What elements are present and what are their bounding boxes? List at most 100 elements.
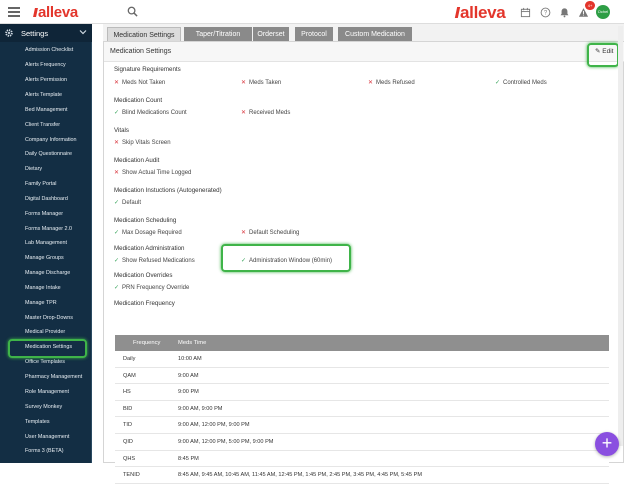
option-show-refused-medications: ✓ Show Refused Medications (114, 257, 195, 264)
section-medication-frequency: Medication Frequency (114, 300, 175, 307)
settings-panel: Medication Settings ✎ Edit Signature Req… (103, 41, 624, 484)
sidebar-item-alerts-template[interactable]: Alerts Template (25, 92, 62, 98)
avatar[interactable]: Ochel (596, 5, 610, 19)
option-label: PRN Frequency Override (122, 285, 190, 291)
brand-logo[interactable]: alleva (33, 4, 78, 21)
sidebar-item-family-portal[interactable]: Family Portal (25, 181, 56, 187)
sidebar-item-manage-tpr[interactable]: Manage TPR (25, 300, 57, 306)
section-vitals: Vitals (114, 127, 130, 134)
table-row: Daily 10:00 AM (115, 351, 609, 368)
sidebar-item-survey-monkey[interactable]: Survey Monkey (25, 404, 62, 410)
tab-taper-titration[interactable]: Taper/Titration (184, 27, 252, 42)
menu-icon[interactable] (8, 7, 20, 17)
sidebar-item-lab-management[interactable]: Lab Management (25, 240, 67, 246)
sidebar-item-role-management[interactable]: Role Management (25, 389, 69, 395)
sidebar-item-templates[interactable]: Templates (25, 419, 50, 425)
sidebar-item-manage-groups[interactable]: Manage Groups (25, 255, 64, 261)
sidebar-item-dietary[interactable]: Dietary (25, 166, 42, 172)
cell-frequency: HS (123, 389, 131, 396)
x-icon: ✕ (114, 80, 120, 86)
tab-medication-settings[interactable]: Medication Settings (107, 27, 181, 42)
brand-logo-right[interactable]: alleva (454, 3, 506, 23)
option-prn-frequency-override: ✓ PRN Frequency Override (114, 284, 189, 291)
option-skip-vitals-screen: ✕ Skip Vitals Screen (114, 139, 171, 146)
option-meds-refused: ✕ Meds Refused (368, 79, 415, 86)
highlight-medication-settings (8, 339, 87, 358)
option-meds-not-taken: ✕ Meds Not Taken (114, 79, 165, 86)
bell-icon[interactable] (559, 7, 570, 18)
cell-frequency: QHS (123, 455, 136, 462)
check-icon: ✓ (114, 258, 120, 264)
cell-meds-time: 9:00 AM, 9:00 PM (178, 405, 223, 412)
sidebar-settings-header[interactable]: Settings (0, 24, 92, 42)
sidebar-item-master-drop-downs[interactable]: Master Drop-Downs (25, 315, 73, 321)
sidebar-item-client-transfer[interactable]: Client Transfer (25, 122, 60, 128)
option-show-actual-time-logged: ✕ Show Actual Time Logged (114, 169, 191, 176)
tab-orderset[interactable]: Orderset (253, 27, 289, 42)
option-label: Default (122, 200, 142, 206)
cell-meds-time: 9:00 AM, 12:00 PM, 9:00 PM (178, 422, 250, 429)
sidebar-item-daily-questionnaire[interactable]: Daily Questionnaire (25, 151, 72, 157)
cell-meds-time: 9:00 AM (178, 372, 199, 379)
table-row: QID 9:00 AM, 12:00 PM, 5:00 PM, 9:00 PM (115, 433, 609, 451)
option-label: Received Meds (249, 110, 291, 116)
x-icon: ✕ (241, 110, 247, 116)
sidebar-item-forms-manager-2-0[interactable]: Forms Manager 2.0 (25, 226, 72, 232)
option-received-meds: ✕ Received Meds (241, 109, 290, 116)
option-label: Show Actual Time Logged (122, 170, 192, 176)
cell-frequency: QAM (123, 372, 136, 379)
sidebar-item-medical-provider[interactable]: Medical Provider (25, 329, 65, 335)
check-icon: ✓ (114, 110, 120, 116)
option-default-scheduling: ✕ Default Scheduling (241, 229, 299, 236)
sidebar-item-digital-dashboard[interactable]: Digital Dashboard (25, 196, 68, 202)
table-row: QAM 9:00 AM (115, 367, 609, 385)
sidebar-item-forms-3-beta[interactable]: Forms 3 (BETA) (25, 448, 64, 454)
sidebar-item-pharmacy-management[interactable]: Pharmacy Management (25, 374, 82, 380)
sidebar-item-admission-checklist[interactable]: Admission Checklist (25, 47, 73, 53)
table-row: QHS 8:45 PM (115, 450, 609, 468)
sidebar-item-manage-discharge[interactable]: Manage Discharge (25, 270, 70, 276)
check-icon: ✓ (114, 285, 120, 291)
cell-frequency: TID (123, 422, 133, 429)
section-medication-instructions: Medication Instuctions (Autogenerated) (114, 187, 222, 194)
section-medication-audit: Medication Audit (114, 157, 160, 164)
cell-meds-time: 9:00 PM (178, 389, 199, 396)
cell-frequency: BID (123, 405, 133, 412)
add-fab-button[interactable]: + (595, 432, 619, 456)
sidebar-item-user-management[interactable]: User Management (25, 434, 69, 440)
cell-frequency: QID (123, 438, 133, 445)
table-row: TENID 8:45 AM, 9:45 AM, 10:45 AM, 11:45 A… (115, 467, 609, 484)
main-content: Medication Settings Taper/Titration Orders… (103, 24, 624, 484)
check-icon: ✓ (495, 80, 501, 86)
option-max-dosage-required: ✓ Max Dosage Required (114, 229, 182, 236)
sidebar-item-alerts-frequency[interactable]: Alerts Frequency (25, 62, 66, 68)
table-row: TID 9:00 AM, 12:00 PM, 9:00 PM (115, 417, 609, 434)
option-label: Default Scheduling (249, 230, 300, 236)
tab-protocol[interactable]: Protocol (295, 27, 333, 42)
sidebar-item-bed-management[interactable]: Bed Management (25, 107, 68, 113)
sidebar-item-alerts-permission[interactable]: Alerts Permission (25, 77, 67, 83)
notification-badge: 4+ (585, 1, 595, 10)
cell-meds-time: 8:45 PM (178, 455, 199, 462)
top-bar: alleva alleva ? 4+ Ochel (0, 0, 624, 24)
option-label: Max Dosage Required (122, 230, 182, 236)
option-controlled-meds: ✓ Controlled Meds (495, 79, 547, 86)
sidebar-item-office-templates[interactable]: Office Templates (25, 359, 65, 365)
search-icon[interactable] (127, 6, 138, 17)
sidebar-item-manage-intake[interactable]: Manage Intake (25, 285, 61, 291)
section-medication-administration: Medication Administration (114, 245, 185, 252)
scrollbar[interactable] (618, 26, 623, 446)
help-icon[interactable]: ? (540, 7, 551, 18)
x-icon: ✕ (241, 80, 247, 86)
panel-header: Medication Settings ✎ Edit (104, 42, 624, 62)
sidebar-item-company-information[interactable]: Company Information (25, 137, 77, 143)
x-icon: ✕ (368, 80, 374, 86)
cell-meds-time: 9:00 AM, 12:00 PM, 5:00 PM, 9:00 PM (178, 438, 274, 445)
calendar-icon[interactable] (520, 7, 531, 18)
tab-custom-medication[interactable]: Custom Medication (338, 27, 412, 42)
sidebar-item-forms-manager[interactable]: Forms Manager (25, 211, 63, 217)
cell-frequency: Daily (123, 356, 136, 362)
table-header: Frequency Meds Time (115, 335, 609, 351)
header-meds-time: Meds Time (178, 340, 207, 346)
section-signature-requirements: Signature Requirements (114, 66, 181, 73)
